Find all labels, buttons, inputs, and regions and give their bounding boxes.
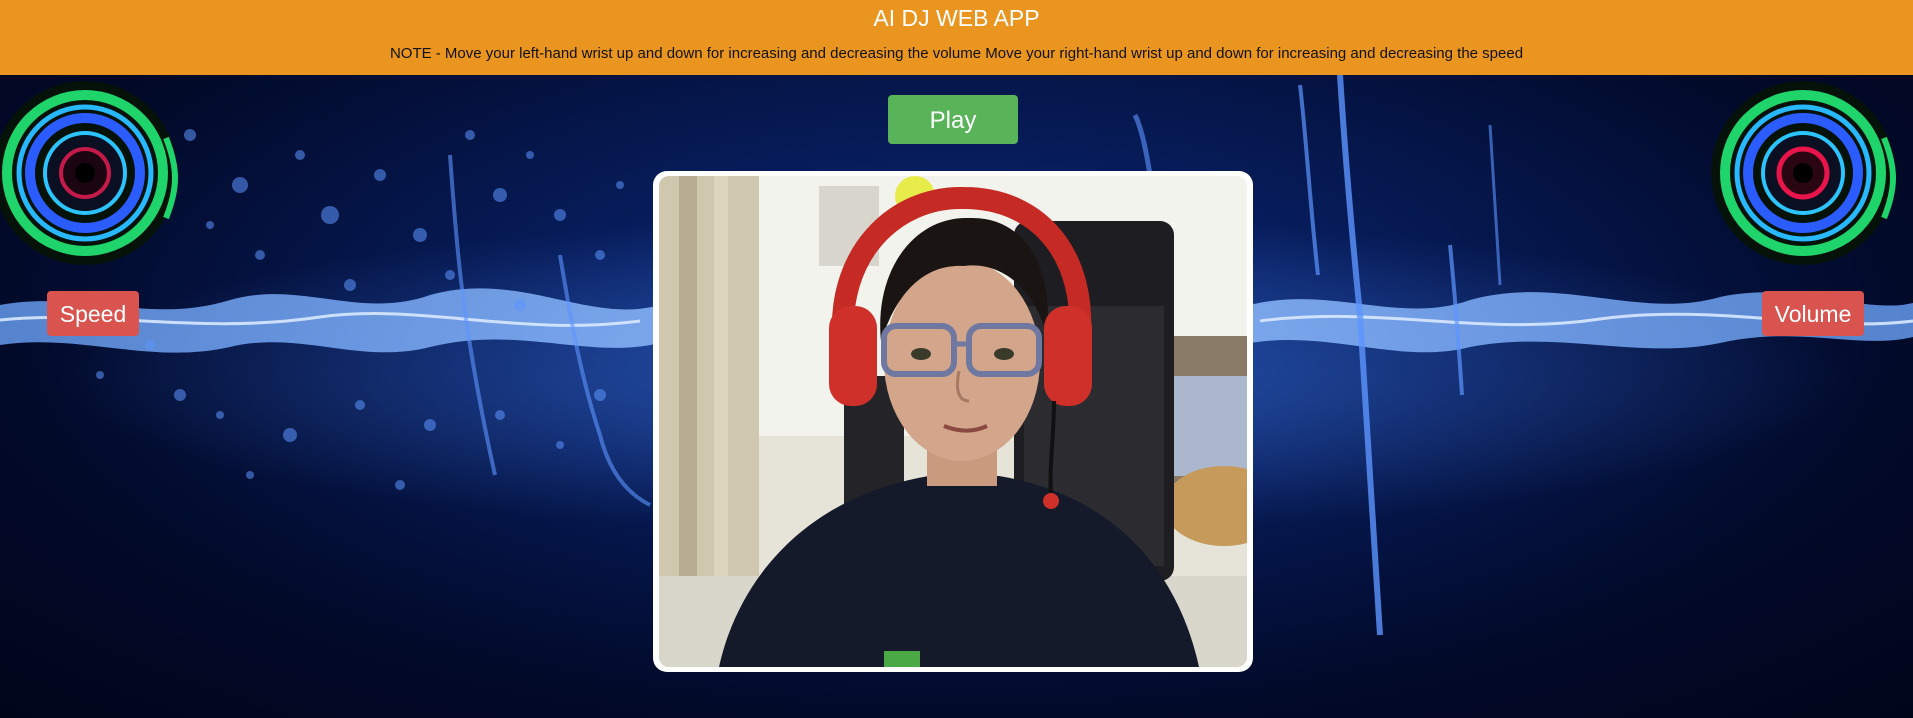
left-speaker-icon <box>0 81 178 265</box>
app-header: AI DJ WEB APP NOTE - Move your left-hand… <box>0 0 1913 75</box>
speed-button[interactable]: Speed <box>47 291 139 336</box>
volume-button[interactable]: Volume <box>1762 291 1864 336</box>
right-speaker-icon <box>1711 81 1896 265</box>
app-title: AI DJ WEB APP <box>873 5 1040 31</box>
instruction-note: NOTE - Move your left-hand wrist up and … <box>389 45 1524 62</box>
webcam-frame <box>653 171 1253 672</box>
play-button[interactable]: Play <box>888 95 1018 144</box>
webcam-video-icon <box>659 176 1247 667</box>
